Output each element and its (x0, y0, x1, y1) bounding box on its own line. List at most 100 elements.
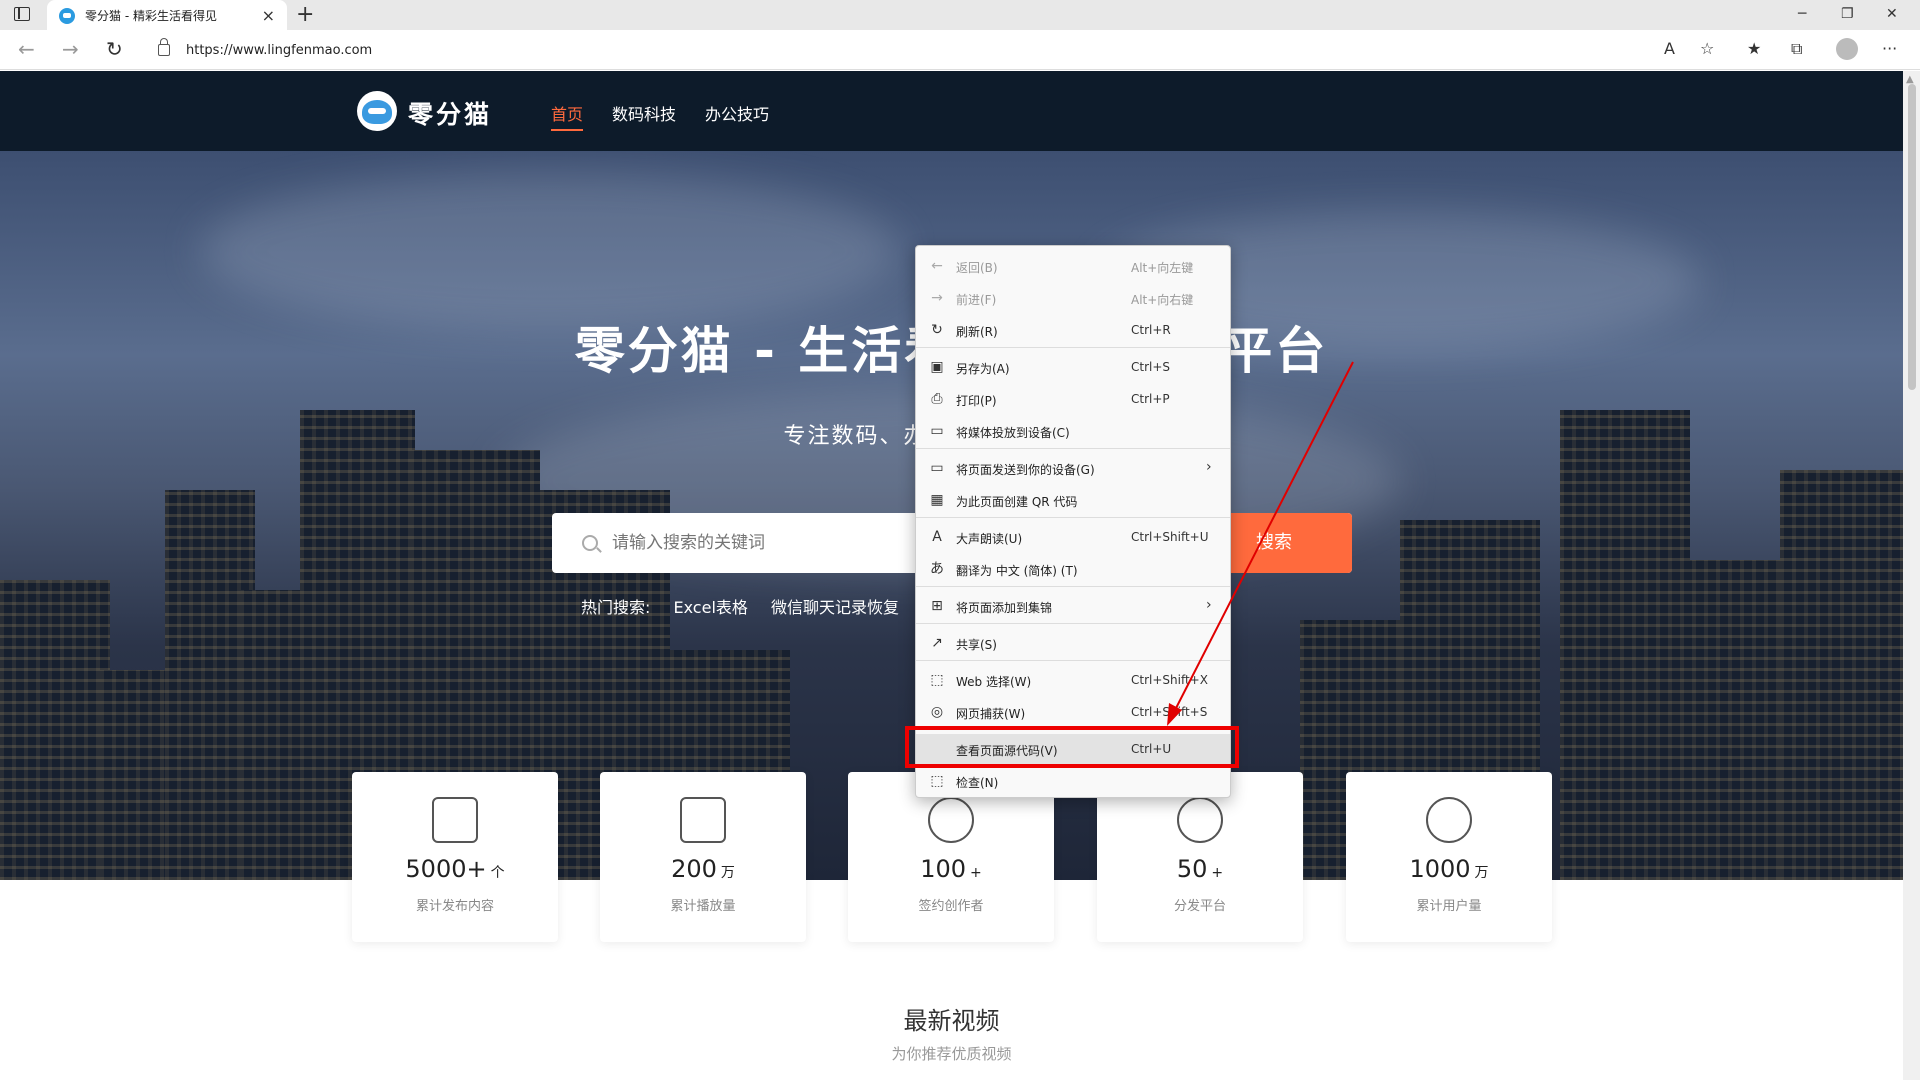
menu-item-print[interactable]: ⎙ 打印(P) Ctrl+P (916, 384, 1230, 414)
menu-item-label: 共享(S) (956, 638, 997, 652)
stat-label: 签约创作者 (918, 899, 984, 914)
cat-logo-icon[interactable] (357, 91, 397, 131)
close-tab-icon[interactable]: × (262, 6, 275, 25)
bar-chart-icon (680, 797, 726, 843)
stat-label: 累计用户量 (1416, 899, 1482, 914)
hot-search-link[interactable]: Excel表格 (674, 598, 748, 617)
hot-search-link[interactable]: 微信聊天记录恢复 (771, 598, 899, 617)
stat-label: 分发平台 (1173, 899, 1226, 914)
forward-button[interactable]: → (62, 37, 79, 61)
stat-unit: 个 (490, 865, 505, 881)
send-device-icon: ▭ (930, 460, 944, 476)
section-subtitle: 为你推荐优质视频 (891, 1045, 1012, 1063)
menu-item-web-select[interactable]: ⬚ Web 选择(W) Ctrl+Shift+X (916, 665, 1230, 695)
menu-item-send-to-device[interactable]: ▭ 将页面发送到你的设备(G) › (916, 453, 1230, 483)
chevron-right-icon: › (1206, 459, 1212, 475)
menu-item-web-capture[interactable]: ◎ 网页捕获(W) Ctrl+Shift+S (916, 697, 1230, 727)
read-aloud-icon[interactable]: A (1664, 39, 1675, 58)
nav-home[interactable]: 首页 (551, 101, 584, 131)
stat-label: 累计发布内容 (415, 899, 494, 914)
menu-item-label: 检查(N) (956, 776, 999, 790)
menu-item-label: 打印(P) (956, 394, 997, 408)
video-doc-icon (432, 797, 478, 843)
web-select-icon: ⬚ (930, 672, 944, 688)
menu-separator (916, 623, 1230, 624)
menu-item-shortcut: Ctrl+Shift+X (1131, 673, 1208, 687)
user-network-icon (1426, 797, 1472, 843)
menu-item-cast-media[interactable]: ▭ 将媒体投放到设备(C) (916, 416, 1230, 446)
menu-item-label: 大声朗读(U) (956, 532, 1023, 546)
tab-title: 零分猫 - 精彩生活看得见 (85, 9, 217, 23)
site-header: 零分猫 首页 数码科技 办公技巧 (0, 71, 1903, 151)
stat-number: 100 (920, 855, 967, 883)
menu-item-label: 刷新(R) (956, 325, 998, 339)
menu-item-label: 翻译为 中文 (简体) (T) (956, 564, 1078, 578)
stat-card: 200 万 累计播放量 (600, 772, 806, 942)
browser-toolbar: ← → ↻ https://www.lingfenmao.com A ☆ ★ ⧉… (0, 30, 1920, 70)
stat-label: 累计播放量 (670, 899, 736, 914)
menu-item-read-aloud[interactable]: A 大声朗读(U) Ctrl+Shift+U (916, 522, 1230, 552)
search-icon (582, 535, 598, 551)
inspect-icon: ⬚ (930, 773, 944, 789)
back-arrow-icon: ← (931, 258, 943, 274)
forward-arrow-icon: → (931, 290, 943, 306)
team-icon (1177, 797, 1223, 843)
profile-avatar[interactable] (1836, 38, 1858, 60)
refresh-button[interactable]: ↻ (106, 37, 123, 61)
menu-item-label: 将页面发送到你的设备(G) (956, 463, 1095, 477)
menu-item-refresh[interactable]: ↻ 刷新(R) Ctrl+R (916, 315, 1230, 345)
restore-button[interactable]: ❐ (1841, 6, 1854, 22)
close-window-button[interactable]: ✕ (1886, 6, 1898, 22)
stat-card: 1000 万 累计用户量 (1346, 772, 1552, 942)
tab-actions-icon[interactable] (14, 7, 30, 21)
stat-number: 1000 (1409, 855, 1471, 883)
nav-office-tips[interactable]: 办公技巧 (705, 101, 769, 125)
stat-unit: 万 (720, 865, 735, 881)
more-menu-icon[interactable]: ··· (1882, 39, 1897, 58)
add-favorite-icon[interactable]: ☆ (1700, 39, 1714, 58)
stat-unit: 万 (1474, 865, 1489, 881)
menu-item-save-as[interactable]: ▣ 另存为(A) Ctrl+S (916, 352, 1230, 382)
minimize-button[interactable]: ─ (1798, 6, 1806, 22)
address-bar[interactable]: https://www.lingfenmao.com (144, 35, 1724, 65)
context-menu: ← 返回(B) Alt+向左键 → 前进(F) Alt+向右键 ↻ 刷新(R) Ctrl+R… (915, 245, 1231, 798)
cast-icon: ▭ (930, 423, 944, 439)
menu-item-label: 前进(F) (956, 293, 997, 307)
back-button[interactable]: ← (18, 37, 35, 61)
menu-item-forward[interactable]: → 前进(F) Alt+向右键 (916, 283, 1230, 313)
browser-tab[interactable]: 零分猫 - 精彩生活看得见 × (47, 0, 287, 31)
menu-item-label: 返回(B) (956, 261, 998, 275)
print-icon: ⎙ (931, 391, 943, 407)
menu-separator (916, 448, 1230, 449)
menu-separator (916, 586, 1230, 587)
stat-number: 5000+ (405, 855, 487, 883)
lock-icon (158, 38, 170, 56)
team-icon (928, 797, 974, 843)
site-logo-text[interactable]: 零分猫 (408, 95, 492, 131)
menu-item-back[interactable]: ← 返回(B) Alt+向左键 (916, 251, 1230, 281)
highlight-box (905, 726, 1239, 768)
scrollbar-thumb[interactable] (1908, 84, 1916, 390)
menu-item-shortcut: Ctrl+Shift+S (1131, 705, 1208, 719)
menu-item-add-to-collection[interactable]: ⊞ 将页面添加到集锦 › (916, 591, 1230, 621)
menu-item-shortcut: Alt+向左键 (1131, 261, 1194, 275)
refresh-icon: ↻ (931, 322, 943, 338)
menu-item-shortcut: Ctrl+P (1131, 392, 1170, 406)
translate-icon: あ (930, 561, 944, 577)
menu-item-label: 为此页面创建 QR 代码 (956, 495, 1078, 509)
new-tab-button[interactable]: + (296, 2, 314, 27)
menu-item-shortcut: Ctrl+Shift+U (1131, 530, 1209, 544)
menu-item-translate[interactable]: あ翻译为 中文 (简体) (T) (916, 554, 1230, 584)
share-icon: ↗ (931, 635, 943, 651)
menu-item-qr-code[interactable]: ▦ 为此页面创建 QR 代码 (916, 485, 1230, 515)
menu-item-inspect[interactable]: ⬚ 检查(N) (916, 766, 1230, 796)
menu-item-share[interactable]: ↗ 共享(S) (916, 628, 1230, 658)
menu-item-shortcut: Alt+向右键 (1131, 293, 1194, 307)
menu-separator (916, 347, 1230, 348)
collections-icon[interactable]: ⧉ (1791, 39, 1802, 59)
favorites-icon[interactable]: ★ (1747, 39, 1761, 58)
nav-digital-tech[interactable]: 数码科技 (612, 101, 676, 125)
stat-unit: + (970, 865, 982, 881)
hot-searches: 热门搜索: Excel表格 微信聊天记录恢复 电脑 (581, 594, 972, 618)
menu-item-shortcut: Ctrl+S (1131, 360, 1171, 374)
